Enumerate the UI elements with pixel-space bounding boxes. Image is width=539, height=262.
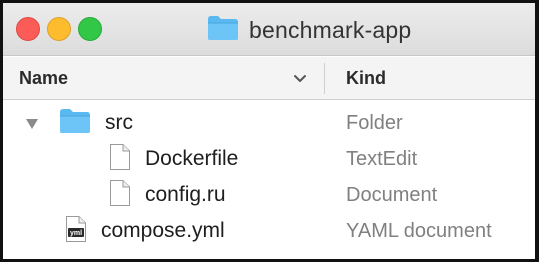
list-item-name-cell: src [59, 105, 133, 141]
window-title-text: benchmark-app [249, 16, 412, 43]
column-divider[interactable] [324, 63, 325, 94]
chevron-down-icon[interactable] [291, 69, 309, 87]
list-item[interactable]: Dockerfile TextEdit [3, 141, 535, 177]
list-item-name: compose.yml [101, 219, 225, 242]
list-item[interactable]: config.ru Document [3, 177, 535, 213]
yaml-icon-label: yml [70, 230, 82, 237]
list-item-kind: TextEdit [346, 148, 418, 170]
list-item-kind: Folder [346, 112, 403, 134]
minimize-button[interactable] [47, 17, 71, 41]
file-list: src Folder Dockerfile TextEdit config.ru… [3, 105, 535, 249]
list-item-kind: Document [346, 184, 438, 206]
list-item-kind: YAML document [346, 220, 492, 242]
list-item-name: config.ru [145, 183, 226, 206]
zoom-button[interactable] [78, 17, 102, 41]
close-button[interactable] [16, 17, 40, 41]
list-item-name-cell: Dockerfile [109, 141, 238, 177]
folder-icon [59, 108, 91, 139]
yaml-file-icon: yml [65, 215, 87, 248]
finder-window: benchmark-app Name Kind src Folder Docke… [0, 0, 539, 262]
folder-icon [207, 15, 239, 46]
window-title: benchmark-app [207, 14, 411, 46]
column-header-name[interactable]: Name [19, 57, 68, 100]
column-header-kind[interactable]: Kind [346, 57, 386, 100]
list-item-name: src [105, 111, 133, 134]
disclosure-triangle-icon[interactable] [25, 117, 39, 129]
document-icon [109, 179, 131, 212]
list-item[interactable]: src Folder [3, 105, 535, 141]
title-bar[interactable]: benchmark-app [3, 3, 535, 56]
list-item-name-cell: config.ru [109, 177, 226, 213]
document-icon [109, 143, 131, 176]
list-item-name-cell: yml compose.yml [65, 213, 225, 249]
list-item[interactable]: yml compose.yml YAML document [3, 213, 535, 249]
list-item-name: Dockerfile [145, 147, 239, 170]
column-header: Name Kind [3, 57, 535, 100]
